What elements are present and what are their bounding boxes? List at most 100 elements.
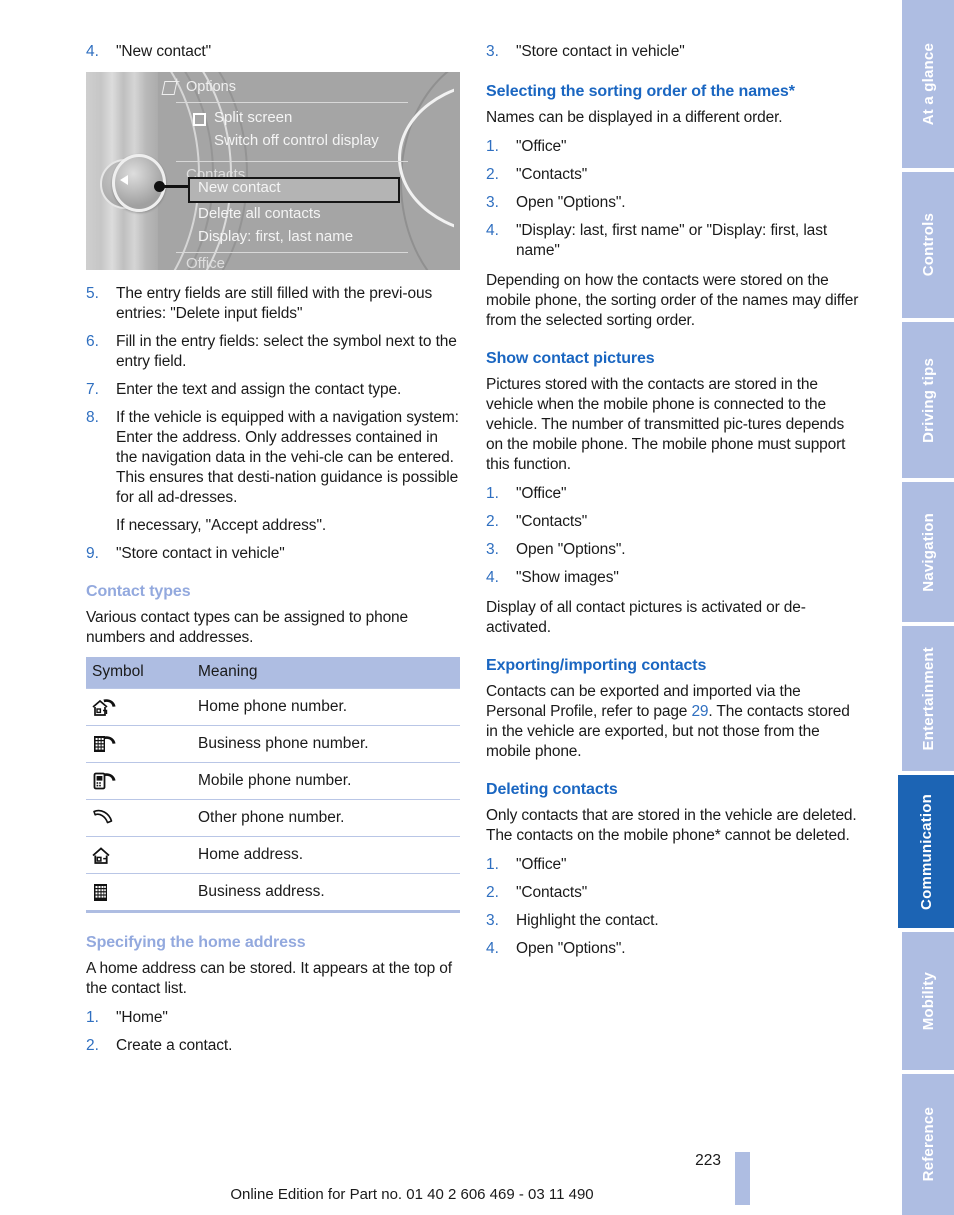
table-row: Business phone number. [86, 725, 460, 763]
export-import-text: Contacts can be exported and imported vi… [486, 682, 860, 762]
step-text: "Store contact in vehicle" [116, 545, 285, 562]
home-address-icon [86, 836, 192, 874]
step-number: 6. [86, 333, 99, 350]
table-row: Mobile phone number. [86, 762, 460, 800]
step-number: 9. [86, 545, 99, 562]
list-item: 9. "Store contact in vehicle" [86, 544, 460, 564]
split-screen-checkbox[interactable] [193, 113, 206, 126]
sidebar-tab-entertainment[interactable]: Entertainment [902, 626, 954, 771]
list-item: 4. "Show images" [486, 568, 860, 588]
other-phone-icon [86, 799, 192, 837]
sidebar-tab-communication[interactable]: Communication [898, 775, 954, 928]
idrive-item-switch-off-display[interactable]: Switch off control display [214, 132, 379, 149]
list-item: 3. Highlight the contact. [486, 911, 860, 931]
step-number: 4. [486, 222, 499, 239]
step-number: 2. [486, 166, 499, 183]
cell-meaning: Mobile phone number. [192, 762, 460, 800]
contact-types-intro: Various contact types can be assigned to… [86, 609, 408, 646]
step-number: 7. [86, 381, 99, 398]
list-item: 4. "Display: last, first name" or "Displ… [486, 221, 860, 261]
step-note: If necessary, "Accept address". [116, 517, 327, 534]
table-row: Business address. [86, 873, 460, 913]
list-item: 1. "Office" [486, 137, 860, 157]
list-item: 2. Create a contact. [86, 1036, 460, 1056]
divider [176, 252, 408, 253]
list-item: 4. "New contact" [86, 42, 460, 62]
business-address-icon [86, 873, 192, 913]
step-number: 3. [486, 541, 499, 558]
sidebar-tab-label: At a glance [919, 42, 937, 126]
step-text: If the vehicle is equipped with a naviga… [116, 409, 459, 506]
list-item: 3. Open "Options". [486, 193, 860, 213]
section-heading-export-import: Exporting/importing contacts [486, 657, 707, 674]
contact-types-table: Symbol Meaning Home phone number. Busine… [86, 657, 460, 913]
step-text: Enter the text and assign the contact ty… [116, 381, 402, 398]
list-item: 2. "Contacts" [486, 512, 860, 532]
step-text: "Store contact in vehicle" [516, 43, 685, 60]
step-number: 5. [86, 285, 99, 302]
business-phone-icon [86, 725, 192, 763]
list-item: 2. "Contacts" [486, 165, 860, 185]
sidebar-tab-mobility[interactable]: Mobility [902, 932, 954, 1070]
sidebar-tab-label: Mobility [919, 971, 937, 1031]
column-header-symbol: Symbol [86, 657, 192, 689]
idrive-screenshot-figure: + Options Split screen Switch off contro… [86, 72, 460, 270]
step-number: 3. [486, 194, 499, 211]
cell-meaning: Business phone number. [192, 725, 460, 763]
left-arrow-icon [120, 175, 128, 185]
step-number: 4. [86, 43, 99, 60]
step-text: The entry fields are still filled with t… [116, 285, 433, 322]
step-text: "Home" [116, 1009, 168, 1026]
list-item: 1. "Office" [486, 484, 860, 504]
sidebar-tab-driving-tips[interactable]: Driving tips [902, 322, 954, 478]
idrive-item-delete-all-contacts[interactable]: Delete all contacts [198, 205, 321, 222]
step-text: "Contacts" [516, 513, 588, 530]
list-item: 7. Enter the text and assign the contact… [86, 380, 460, 400]
step-text: "Contacts" [516, 166, 588, 183]
home-address-intro: A home address can be stored. It appears… [86, 960, 452, 997]
divider [176, 161, 408, 162]
home-phone-icon [86, 688, 192, 726]
step-number: 4. [486, 569, 499, 586]
list-item: 4. Open "Options". [486, 939, 860, 959]
list-item: 6. Fill in the entry fields: select the … [86, 332, 460, 372]
cell-meaning: Home address. [192, 836, 460, 874]
idrive-title-row: + Options [161, 77, 236, 95]
list-item: 5. The entry fields are still filled wit… [86, 284, 460, 324]
list-item: 3. "Store contact in vehicle" [486, 42, 860, 62]
deleting-intro: Only contacts that are stored in the veh… [486, 807, 857, 844]
step-number: 3. [486, 43, 499, 60]
table-header-row: Symbol Meaning [86, 657, 460, 689]
section-heading-deleting-contacts: Deleting contacts [486, 781, 618, 798]
list-item: 8. If the vehicle is equipped with a nav… [86, 408, 460, 508]
left-column: 4. "New contact" + Options Split screen … [86, 42, 460, 1064]
step-number: 2. [486, 884, 499, 901]
idrive-item-display-name-order[interactable]: Display: first, last name [198, 228, 353, 245]
table-row: Home address. [86, 836, 460, 874]
list-item: 2. "Contacts" [486, 883, 860, 903]
thumb-index-sidebar: At a glance Controls Driving tips Naviga… [890, 0, 954, 1215]
step-number: 1. [86, 1009, 99, 1026]
idrive-item-split-screen[interactable]: Split screen [214, 109, 292, 126]
contact-pictures-note: Display of all contact pictures is activ… [486, 599, 806, 636]
column-header-meaning: Meaning [192, 657, 460, 689]
idrive-controller-knob[interactable] [100, 154, 166, 212]
idrive-group-office: Office [186, 255, 225, 270]
sorting-order-intro: Names can be displayed in a different or… [486, 109, 783, 126]
step-number: 1. [486, 138, 499, 155]
idrive-item-new-contact[interactable]: New contact [198, 179, 281, 196]
list-item: 1. "Office" [486, 855, 860, 875]
sidebar-tab-label: Reference [919, 1107, 937, 1182]
sidebar-tab-reference[interactable]: Reference [902, 1074, 954, 1215]
page-reference-link[interactable]: 29 [691, 703, 708, 720]
sidebar-tab-at-a-glance[interactable]: At a glance [902, 0, 954, 168]
table-row: Home phone number. [86, 688, 460, 726]
sidebar-tab-label: Entertainment [919, 646, 937, 751]
sidebar-tab-navigation[interactable]: Navigation [902, 482, 954, 622]
step-text: "Office" [516, 138, 567, 155]
step-number: 1. [486, 485, 499, 502]
step-text: "Office" [516, 856, 567, 873]
step-text: Highlight the contact. [516, 912, 659, 929]
sidebar-tab-controls[interactable]: Controls [902, 172, 954, 318]
list-item: 3. Open "Options". [486, 540, 860, 560]
